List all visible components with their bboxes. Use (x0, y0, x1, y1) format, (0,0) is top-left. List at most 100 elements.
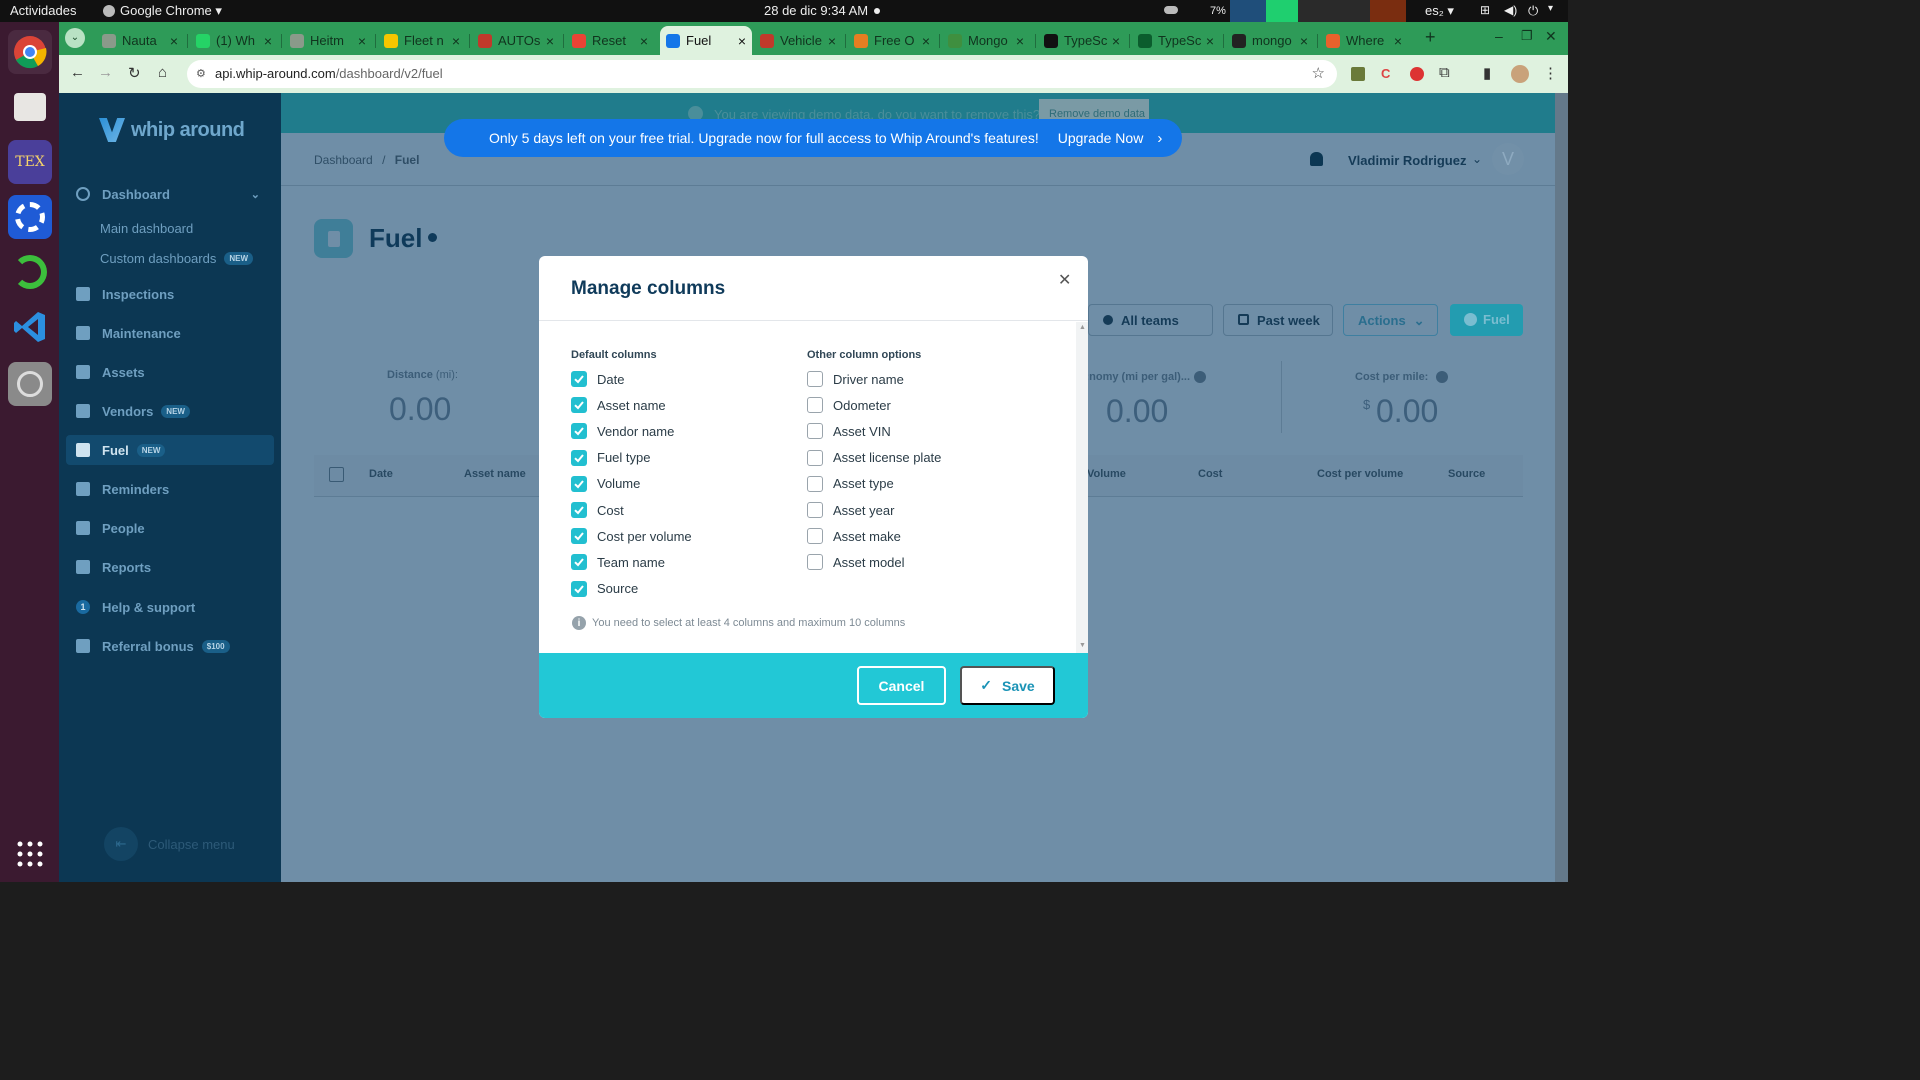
home-icon[interactable]: ⌂ (158, 64, 167, 81)
column-option[interactable]: Odometer (807, 395, 891, 415)
browser-tab[interactable]: Nauta × (96, 26, 184, 55)
nav-inspections[interactable]: Inspections (66, 279, 274, 309)
app-logo[interactable]: whip around (99, 118, 245, 142)
column-header[interactable]: Volume (1087, 468, 1126, 480)
page-scrollbar[interactable] (1555, 93, 1568, 882)
checkbox-checked[interactable] (571, 475, 587, 492)
tab-close-icon[interactable]: × (264, 33, 272, 49)
checkbox-checked[interactable] (571, 554, 587, 571)
extension-icon[interactable] (1351, 67, 1365, 81)
bell-icon[interactable] (1310, 152, 1323, 166)
column-option[interactable]: Asset license plate (807, 448, 941, 468)
tab-close-icon[interactable]: × (170, 33, 178, 49)
period-filter[interactable]: Past week (1223, 304, 1333, 336)
column-header[interactable]: Asset name (464, 468, 526, 480)
nav-reports[interactable]: Reports (66, 552, 274, 582)
browser-tab[interactable]: TypeSc × (1132, 26, 1220, 55)
user-avatar[interactable]: V (1492, 143, 1524, 175)
chevron-down-icon[interactable]: ⌄ (1472, 152, 1482, 166)
breadcrumb-dashboard[interactable]: Dashboard (314, 153, 373, 167)
column-option[interactable]: Source (571, 579, 638, 599)
column-header[interactable]: Cost (1198, 468, 1222, 480)
nav-help-support[interactable]: 1 Help & support (66, 592, 274, 622)
back-icon[interactable]: ← (70, 64, 85, 81)
tab-close-icon[interactable]: × (640, 33, 648, 49)
select-all-checkbox[interactable] (329, 467, 344, 482)
activities-button[interactable]: Actividades (10, 3, 76, 18)
add-fuel-button[interactable]: Fuel (1450, 304, 1523, 336)
cancel-button[interactable]: Cancel (857, 666, 946, 705)
tab-close-icon[interactable]: × (1300, 33, 1308, 49)
nav-reminders[interactable]: Reminders (66, 474, 274, 504)
column-option[interactable]: Date (571, 369, 624, 389)
nav-vendors[interactable]: Vendors NEW (66, 396, 274, 426)
tab-close-icon[interactable]: × (1016, 33, 1024, 49)
tab-close-icon[interactable]: × (738, 33, 746, 49)
scroll-down-arrow-icon[interactable]: ▼ (1079, 642, 1086, 649)
app-menu[interactable]: Google Chrome ▾ (103, 3, 222, 19)
nav-dashboard[interactable]: Dashboard ⌄ (66, 179, 274, 209)
user-name[interactable]: Vladimir Rodriguez (1348, 153, 1466, 168)
column-option[interactable]: Team name (571, 552, 665, 572)
clock[interactable]: 28 de dic 9:34 AM (764, 3, 868, 18)
checkbox-unchecked[interactable] (807, 371, 823, 387)
extension-red-icon[interactable] (1410, 67, 1424, 81)
checkbox-unchecked[interactable] (807, 475, 823, 492)
checkbox-checked[interactable] (571, 397, 587, 414)
minimize-window-icon[interactable]: – (1495, 28, 1503, 44)
network-icon[interactable]: ⊞ (1480, 3, 1490, 17)
actions-dropdown[interactable]: Actions ⌄ (1343, 304, 1438, 336)
browser-tab[interactable]: Vehicle × (754, 26, 842, 55)
nav-assets[interactable]: Assets (66, 357, 274, 387)
tab-close-icon[interactable]: × (828, 33, 836, 49)
restore-window-icon[interactable]: ❐ (1521, 28, 1533, 44)
checkbox-checked[interactable] (571, 580, 587, 597)
column-option[interactable]: Asset model (807, 552, 905, 572)
info-icon[interactable] (1194, 371, 1206, 383)
browser-tab[interactable]: Fuel × (660, 26, 752, 55)
column-header[interactable]: Date (369, 468, 393, 480)
column-option[interactable]: Volume (571, 474, 640, 494)
collapse-menu-button[interactable]: ⇤ Collapse menu (104, 827, 235, 861)
address-bar[interactable]: ⚙ api.whip-around.com/dashboard/v2/fuel … (187, 60, 1337, 88)
dialog-scrollbar[interactable]: ▲ ▼ (1076, 322, 1088, 653)
browser-tab[interactable]: Fleet n × (378, 26, 466, 55)
column-option[interactable]: Fuel type (571, 448, 650, 468)
teams-filter[interactable]: All teams (1088, 304, 1213, 336)
column-option[interactable]: Asset type (807, 474, 894, 494)
close-window-icon[interactable]: ✕ (1545, 28, 1557, 45)
new-tab-button[interactable]: + (1425, 27, 1436, 48)
column-option[interactable]: Asset name (571, 395, 666, 415)
checkbox-unchecked[interactable] (807, 502, 823, 518)
tab-close-icon[interactable]: × (358, 33, 366, 49)
nav-maintenance[interactable]: Maintenance (66, 318, 274, 348)
sync-icon[interactable] (8, 250, 52, 294)
tab-close-icon[interactable]: × (1394, 33, 1402, 49)
keyboard-layout[interactable]: es₂ ▾ (1425, 3, 1454, 19)
upgrade-now-link[interactable]: Upgrade Now › (1058, 130, 1163, 147)
extensions-puzzle-icon[interactable]: ⧉ (1439, 64, 1450, 81)
checkbox-checked[interactable] (571, 449, 587, 466)
checkbox-checked[interactable] (571, 423, 587, 440)
volume-icon[interactable]: ◀) (1504, 3, 1517, 17)
column-option[interactable]: Cost per volume (571, 526, 692, 546)
column-option[interactable]: Cost (571, 500, 624, 520)
chrome-launcher-icon[interactable] (8, 30, 52, 74)
info-icon[interactable] (1436, 371, 1448, 383)
checkbox-unchecked[interactable] (807, 528, 823, 545)
bookmark-star-icon[interactable]: ☆ (1312, 64, 1325, 82)
system-menu-chevron-icon[interactable]: ▾ (1548, 3, 1553, 14)
checkbox-checked[interactable] (571, 371, 587, 387)
column-option[interactable]: Asset VIN (807, 421, 891, 441)
tex-editor-icon[interactable]: TEX (8, 140, 52, 184)
disk-utility-icon[interactable] (8, 362, 52, 406)
checkbox-checked[interactable] (571, 528, 587, 545)
browser-tab[interactable]: Mongo × (942, 26, 1030, 55)
side-panel-icon[interactable]: ▮ (1483, 64, 1491, 82)
settings-gear-icon[interactable] (8, 195, 52, 239)
column-option[interactable]: Asset year (807, 500, 894, 520)
checkbox-checked[interactable] (571, 502, 587, 518)
nav-main-dashboard[interactable]: Main dashboard (100, 221, 193, 236)
browser-tab[interactable]: Where × (1320, 26, 1408, 55)
browser-menu-icon[interactable]: ⋮ (1543, 64, 1558, 82)
